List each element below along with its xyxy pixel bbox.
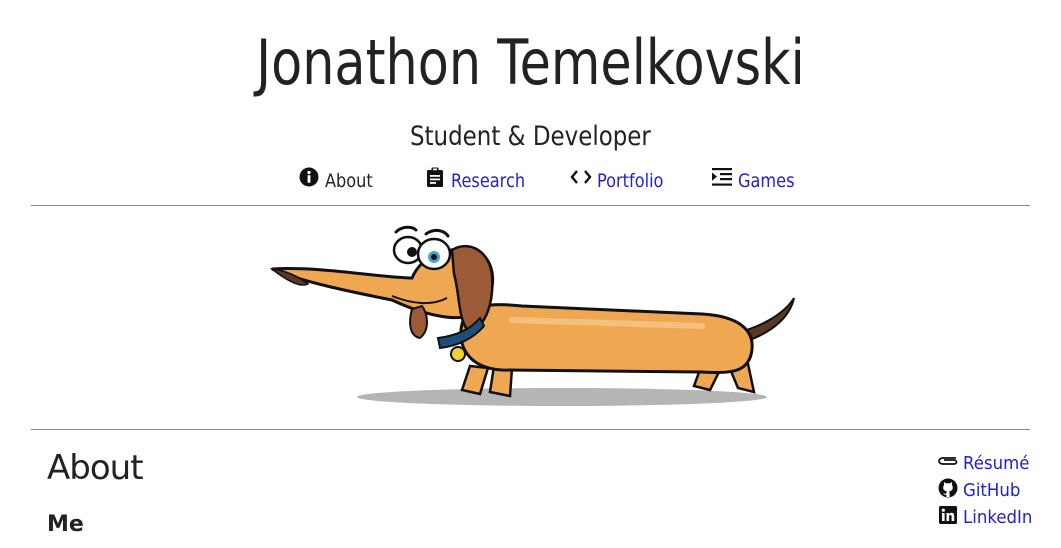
nav-item-label: Games [738, 170, 795, 192]
nav-item-games[interactable]: Games [711, 168, 804, 192]
nav-item-label: About [325, 170, 373, 192]
linkedin-icon [937, 504, 959, 526]
indent-icon [711, 166, 733, 188]
side-links: Résumé GitHub LinkedIn [937, 450, 1057, 531]
nav-item-portfolio[interactable]: Portfolio [570, 170, 675, 192]
info-icon [298, 166, 320, 188]
site-title: Jonathon Temelkovski [256, 26, 805, 99]
page: Jonathon Temelkovski Student & Developer… [0, 0, 1061, 548]
nav-item-about[interactable]: About [298, 167, 381, 192]
side-link-label: LinkedIn [963, 507, 1033, 528]
nav-item-label: Research [451, 170, 526, 192]
hero-divider [31, 429, 1030, 430]
paperclip-icon [937, 450, 959, 472]
site-subtitle: Student & Developer [409, 121, 651, 152]
github-link[interactable]: GitHub [937, 477, 1057, 504]
hero-dachshund-image [262, 214, 802, 414]
github-icon [937, 477, 959, 499]
side-link-label: GitHub [963, 480, 1021, 501]
about-heading: About [47, 448, 144, 488]
linkedin-link[interactable]: LinkedIn [937, 504, 1057, 531]
side-link-label: Résumé [963, 453, 1030, 474]
nav-divider [31, 205, 1030, 206]
main-nav: About Research Portfolio Games [0, 167, 1061, 200]
clipboard-icon [424, 166, 446, 188]
me-subheading: Me [47, 512, 84, 537]
resume-link[interactable]: Résumé [937, 450, 1057, 477]
nav-item-research[interactable]: Research [424, 167, 538, 192]
nav-item-label: Portfolio [597, 170, 664, 192]
code-icon [570, 166, 592, 188]
